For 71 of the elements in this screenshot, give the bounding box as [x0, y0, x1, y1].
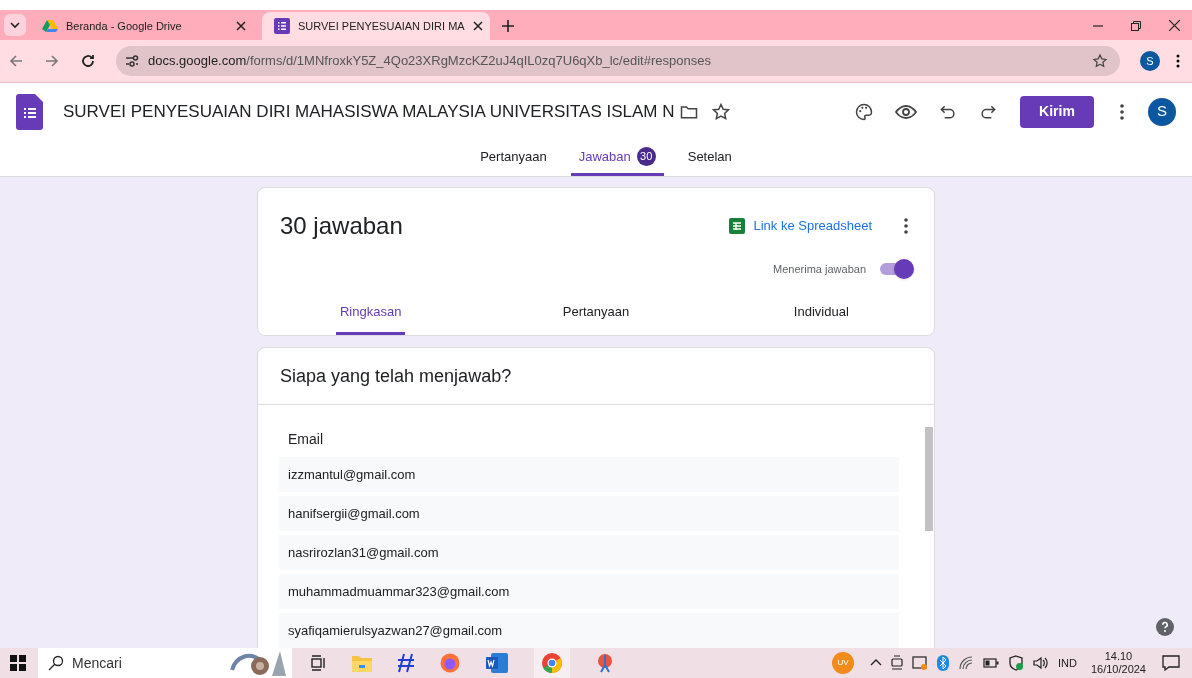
chevron-down-icon	[9, 19, 21, 31]
email-row[interactable]: hanifsergii@gmail.com	[279, 496, 899, 531]
wifi-icon[interactable]	[958, 655, 974, 671]
bluetooth-icon[interactable]	[937, 655, 949, 671]
tab-title: SURVEI PENYESUAIAN DIRI MA	[298, 18, 465, 34]
clock[interactable]: 14.10 16/10/2024	[1090, 650, 1146, 676]
nav-tab[interactable]: Pertanyaan	[472, 140, 555, 176]
help-icon[interactable]	[1156, 618, 1174, 636]
camera-icon[interactable]	[891, 655, 903, 671]
more-options-icon[interactable]	[1120, 103, 1124, 120]
windows-start-icon[interactable]	[10, 655, 26, 671]
spreadsheet-link[interactable]: Link ke Spreadsheet	[753, 216, 872, 236]
close-icon[interactable]	[236, 21, 246, 31]
star-icon[interactable]	[710, 101, 731, 122]
email-row[interactable]: nasrirozlan31@gmail.com	[279, 535, 899, 570]
more-options-icon[interactable]	[904, 218, 908, 234]
search-placeholder: Mencari	[72, 653, 122, 673]
view-tab[interactable]: Pertanyaan	[558, 291, 634, 335]
shell-drawing	[230, 650, 288, 676]
firefox-icon[interactable]	[440, 653, 460, 673]
restore-icon[interactable]	[1131, 20, 1141, 31]
browser-tab[interactable]: SURVEI PENYESUAIAN DIRI MA	[262, 12, 490, 40]
form-title[interactable]: SURVEI PENYESUAIAN DIRI MAHASISWA MALAYSIA UNIVERSITAS ISLAM N	[63, 98, 675, 125]
minimize-icon[interactable]	[1093, 24, 1103, 27]
clock-date: 16/10/2024	[1090, 663, 1146, 676]
count-badge: 30	[636, 147, 656, 166]
nav-tab[interactable]: Setelan	[679, 140, 740, 176]
send-button[interactable]: Kirim	[1020, 95, 1094, 128]
column-header: Email	[288, 431, 323, 447]
forms-icon	[274, 18, 290, 34]
email-row[interactable]: muhammadmuammar323@gmail.com	[279, 574, 899, 609]
search-icon	[48, 655, 64, 671]
shield-icon[interactable]	[1008, 655, 1024, 671]
account-avatar[interactable]: S	[1148, 97, 1176, 126]
drive-icon	[42, 18, 58, 34]
close-icon[interactable]	[472, 21, 483, 31]
close-icon[interactable]	[1169, 20, 1180, 31]
notification-icon[interactable]	[1162, 655, 1180, 671]
browser-tab[interactable]: Beranda - Google Drive	[30, 12, 258, 40]
back-icon[interactable]	[8, 53, 24, 69]
card-title: Siapa yang telah menjawab?	[280, 364, 512, 388]
palette-icon[interactable]	[854, 101, 874, 122]
scrollbar[interactable]	[925, 427, 933, 531]
profile-avatar[interactable]: S	[1140, 51, 1160, 71]
tab-list-button[interactable]	[4, 14, 26, 36]
address-bar[interactable]: docs.google.com/forms/d/1MNfroxkY5Z_4Qo23XRgMzcKZ2uJ4qIL0zq7U6qXb_lc/edit#responses	[116, 46, 1120, 76]
monitor-icon[interactable]	[912, 655, 928, 671]
view-tab[interactable]: Ringkasan	[335, 291, 406, 335]
reload-icon[interactable]	[80, 53, 96, 69]
new-tab-icon[interactable]	[502, 20, 514, 32]
forms-logo-icon[interactable]	[16, 93, 43, 130]
word-icon[interactable]	[486, 653, 508, 673]
bookmark-star-icon[interactable]	[1092, 53, 1108, 69]
task-view-icon[interactable]	[310, 655, 326, 671]
email-row[interactable]: izzmantul@gmail.com	[279, 457, 899, 492]
accepting-label: Menerima jawaban	[773, 261, 866, 277]
site-settings-icon[interactable]	[124, 53, 140, 69]
taskbar-search-field[interactable]: Mencari	[38, 648, 292, 678]
email-row[interactable]: syafiqamierulsyazwan27@gmail.com	[279, 613, 899, 648]
forward-icon[interactable]	[44, 53, 60, 69]
spreadsheet-icon[interactable]	[729, 218, 746, 234]
battery-icon[interactable]	[983, 657, 999, 669]
response-count: 30 jawaban	[280, 211, 403, 241]
clock-time: 14.10	[1104, 650, 1133, 663]
chrome-icon[interactable]	[541, 652, 563, 674]
view-tab[interactable]: Individual	[789, 291, 853, 335]
speaker-icon[interactable]	[1033, 655, 1049, 671]
accepting-toggle[interactable]	[878, 259, 914, 279]
url-text: docs.google.com/forms/d/1MNfroxkY5Z_4Qo23XRgMzcKZ2uJ4qIL0zq7U6qXb_lc/edit#responses	[148, 52, 711, 71]
language-indicator[interactable]: IND	[1058, 654, 1077, 672]
tab-title: Beranda - Google Drive	[66, 18, 183, 34]
